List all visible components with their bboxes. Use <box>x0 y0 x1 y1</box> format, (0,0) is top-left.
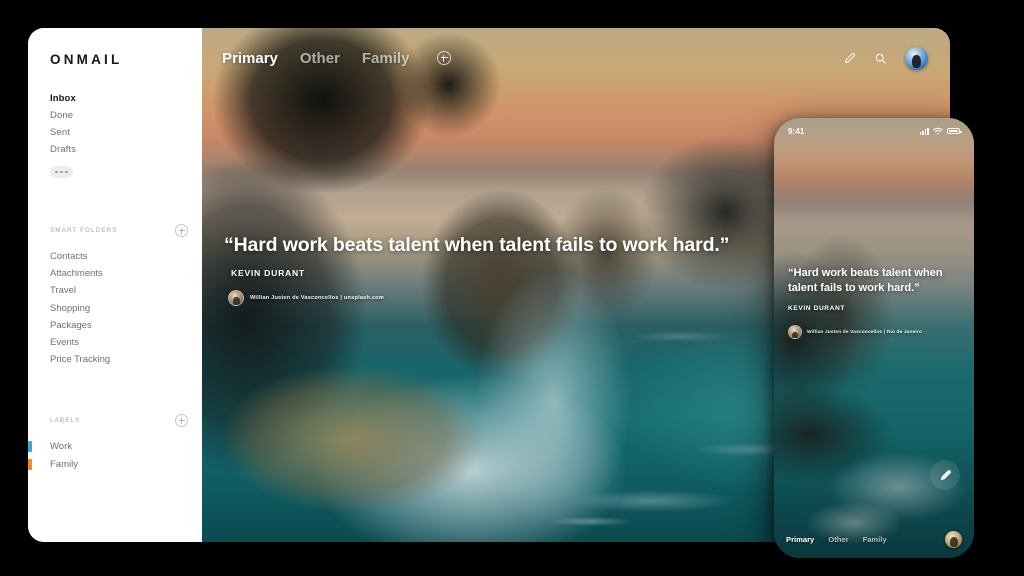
quote-text: “Hard work beats talent when talent fail… <box>224 234 730 256</box>
smart-folder-attachments[interactable]: Attachments <box>50 265 188 282</box>
dot-icon <box>55 170 59 174</box>
phone-bottom-navigation: Primary Other Family <box>774 520 974 558</box>
tab-primary[interactable]: Primary <box>222 50 278 67</box>
dot-icon <box>60 170 63 174</box>
phone-device-mockup: 9:41 “Hard work beats talent when talent… <box>774 118 974 558</box>
label-work-text: Work <box>50 441 72 453</box>
compose-icon[interactable] <box>843 52 856 65</box>
category-tabs: Primary Other Family <box>222 50 452 67</box>
quote-block: “Hard work beats talent when talent fail… <box>224 233 729 306</box>
screenshot-stage: ONMAIL Inbox Done Sent Drafts SMART FOLD… <box>0 0 1024 576</box>
compose-fab-button[interactable] <box>930 460 960 490</box>
sidebar-item-done[interactable]: Done <box>50 107 202 124</box>
dot-icon <box>64 170 68 174</box>
photo-credit-text: Willian Justen de Vasconcellos | unsplas… <box>250 295 384 301</box>
phone-status-bar: 9:41 <box>774 118 974 144</box>
phone-category-tabs: Primary Other Family <box>786 535 887 544</box>
smart-folder-packages[interactable]: Packages <box>50 317 188 334</box>
phone-quote-text: “Hard work beats talent when talent fail… <box>788 267 943 295</box>
labels-title: LABELS <box>50 417 81 425</box>
primary-navigation: Inbox Done Sent Drafts <box>28 90 202 178</box>
tab-family[interactable]: Family <box>362 50 410 67</box>
phone-quote-block: “Hard work beats talent when talent fail… <box>788 266 960 340</box>
sidebar-item-inbox[interactable]: Inbox <box>50 90 202 107</box>
phone-tab-other[interactable]: Other <box>828 535 848 544</box>
status-icons <box>919 122 962 140</box>
phone-tab-family[interactable]: Family <box>863 535 887 544</box>
smart-folders-section: SMART FOLDERS Contacts Attachments Trave… <box>28 224 202 368</box>
top-navigation-bar: Primary Other Family <box>202 28 950 88</box>
add-tab-icon[interactable] <box>437 51 452 65</box>
photo-credit: Willian Justen de Vasconcellos | unsplas… <box>228 290 729 306</box>
tab-other[interactable]: Other <box>300 50 340 67</box>
app-logo: ONMAIL <box>50 52 123 67</box>
labels-section: LABELS Work Family <box>28 414 202 472</box>
phone-tab-primary[interactable]: Primary <box>786 535 814 544</box>
phone-photo-credit-text: Willian Justen de Vasconcellos | Rio de … <box>807 329 922 335</box>
smart-folder-price-tracking[interactable]: Price Tracking <box>50 351 188 368</box>
status-time: 9:41 <box>788 126 805 136</box>
user-avatar[interactable] <box>905 46 928 70</box>
label-color-swatch <box>28 458 32 470</box>
plus-circle-icon[interactable] <box>175 224 188 237</box>
smart-folders-title: SMART FOLDERS <box>50 227 118 234</box>
more-options-button[interactable] <box>50 166 73 178</box>
smart-folder-travel[interactable]: Travel <box>50 282 188 299</box>
smart-folder-shopping[interactable]: Shopping <box>50 300 188 317</box>
smart-folders-header: SMART FOLDERS <box>50 224 188 237</box>
search-icon[interactable] <box>874 52 887 65</box>
label-family[interactable]: Family <box>28 456 188 473</box>
plus-circle-icon[interactable] <box>175 414 188 428</box>
top-bar-actions <box>843 46 928 70</box>
wifi-icon <box>933 122 943 140</box>
label-family-text: Family <box>50 458 78 470</box>
cellular-signal-icon <box>919 127 929 135</box>
phone-quote-author: KEVIN DURANT <box>788 305 846 313</box>
photographer-avatar <box>788 325 802 340</box>
sidebar: ONMAIL Inbox Done Sent Drafts SMART FOLD… <box>28 28 202 542</box>
phone-user-avatar[interactable] <box>945 530 962 548</box>
sidebar-item-sent[interactable]: Sent <box>50 124 202 141</box>
photographer-avatar <box>228 290 244 306</box>
quote-author: KEVIN DURANT <box>231 268 305 278</box>
smart-folder-events[interactable]: Events <box>50 334 188 351</box>
labels-header: LABELS <box>50 414 188 428</box>
smart-folder-contacts[interactable]: Contacts <box>50 248 188 265</box>
label-work[interactable]: Work <box>28 438 188 455</box>
battery-icon <box>947 127 962 135</box>
label-color-swatch <box>28 441 32 453</box>
phone-photo-credit: Willian Justen de Vasconcellos | Rio de … <box>788 325 960 340</box>
sidebar-item-drafts[interactable]: Drafts <box>50 141 202 158</box>
compose-icon <box>940 469 951 480</box>
